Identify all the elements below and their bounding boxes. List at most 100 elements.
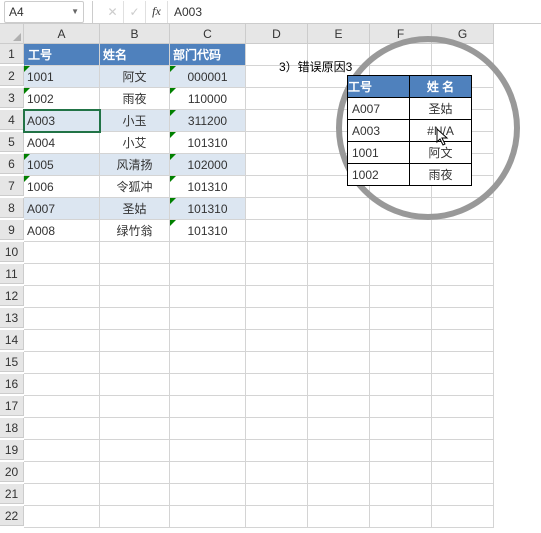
column-header[interactable]: G [432,24,494,44]
column-header[interactable]: E [308,24,370,44]
cell[interactable] [370,462,432,484]
cell[interactable] [432,352,494,374]
cell[interactable]: 风清扬 [100,154,170,176]
cell[interactable] [170,374,246,396]
cell[interactable]: 101310 [170,220,246,242]
cell[interactable] [246,88,308,110]
row-header[interactable]: 9 [0,220,24,240]
cell[interactable]: 姓名 [100,44,170,66]
cell[interactable] [432,220,494,242]
row-header[interactable]: 16 [0,374,24,394]
row-header[interactable]: 17 [0,396,24,416]
cell[interactable] [100,506,170,528]
cell[interactable] [432,484,494,506]
cell[interactable] [246,330,308,352]
cell[interactable] [246,484,308,506]
row-header[interactable]: 11 [0,264,24,284]
cell[interactable] [100,484,170,506]
cell[interactable] [246,462,308,484]
cell[interactable]: 110000 [170,88,246,110]
row-header[interactable]: 14 [0,330,24,350]
cell[interactable]: 圣姑 [100,198,170,220]
cell[interactable] [308,484,370,506]
cell[interactable] [246,132,308,154]
cell[interactable] [308,308,370,330]
cell[interactable] [100,330,170,352]
row-header[interactable]: 5 [0,132,24,152]
cell[interactable] [308,264,370,286]
cell[interactable] [308,220,370,242]
cell[interactable] [24,264,100,286]
cell[interactable] [170,286,246,308]
row-header[interactable]: 12 [0,286,24,306]
cell[interactable] [100,264,170,286]
cell[interactable]: A004 [24,132,100,154]
cell[interactable] [370,506,432,528]
cell[interactable] [432,286,494,308]
confirm-icon[interactable]: ✓ [124,1,146,23]
cell[interactable] [432,308,494,330]
cell[interactable] [24,242,100,264]
cell[interactable]: A007 [24,198,100,220]
cell[interactable] [308,242,370,264]
column-header[interactable]: A [24,24,100,44]
cell[interactable] [170,462,246,484]
cell[interactable] [370,418,432,440]
cell[interactable] [308,440,370,462]
cell[interactable] [308,286,370,308]
cell[interactable] [100,286,170,308]
row-header[interactable]: 15 [0,352,24,372]
cell[interactable]: 101310 [170,132,246,154]
cell[interactable] [24,440,100,462]
cell[interactable] [170,418,246,440]
cell[interactable] [246,286,308,308]
cell[interactable]: 令狐冲 [100,176,170,198]
cell[interactable] [370,198,432,220]
cell[interactable] [246,154,308,176]
row-header[interactable]: 6 [0,154,24,174]
column-header[interactable]: B [100,24,170,44]
cell[interactable]: 101310 [170,198,246,220]
cell[interactable] [370,396,432,418]
cell[interactable]: 小玉 [100,110,170,132]
row-header[interactable]: 2 [0,66,24,86]
cell[interactable] [100,440,170,462]
cell[interactable] [370,220,432,242]
cell[interactable]: A003 [24,110,100,132]
cell[interactable] [432,242,494,264]
cell[interactable] [370,44,432,66]
cell[interactable] [170,264,246,286]
cell[interactable] [370,374,432,396]
cell[interactable] [370,484,432,506]
cell[interactable] [432,374,494,396]
cancel-icon[interactable]: ✕ [102,1,124,23]
row-header[interactable]: 18 [0,418,24,438]
cell[interactable] [308,198,370,220]
cell[interactable]: 雨夜 [100,88,170,110]
cell[interactable] [170,242,246,264]
cell[interactable] [24,484,100,506]
cell[interactable] [246,440,308,462]
cell[interactable] [170,396,246,418]
cell[interactable] [100,396,170,418]
cell[interactable]: 1002 [24,88,100,110]
cell[interactable] [308,330,370,352]
cell[interactable] [24,330,100,352]
cell[interactable]: A008 [24,220,100,242]
row-header[interactable]: 4 [0,110,24,130]
cell[interactable] [246,418,308,440]
cell[interactable]: 小艾 [100,132,170,154]
row-header[interactable]: 3 [0,88,24,108]
select-all-corner[interactable] [0,24,24,44]
cell[interactable] [308,462,370,484]
cell[interactable] [246,110,308,132]
cell[interactable] [24,286,100,308]
cell[interactable] [24,462,100,484]
cell[interactable] [308,506,370,528]
cell[interactable] [370,242,432,264]
cell[interactable] [308,396,370,418]
cell[interactable] [432,264,494,286]
cell[interactable] [432,440,494,462]
row-header[interactable]: 19 [0,440,24,460]
cell[interactable] [370,286,432,308]
